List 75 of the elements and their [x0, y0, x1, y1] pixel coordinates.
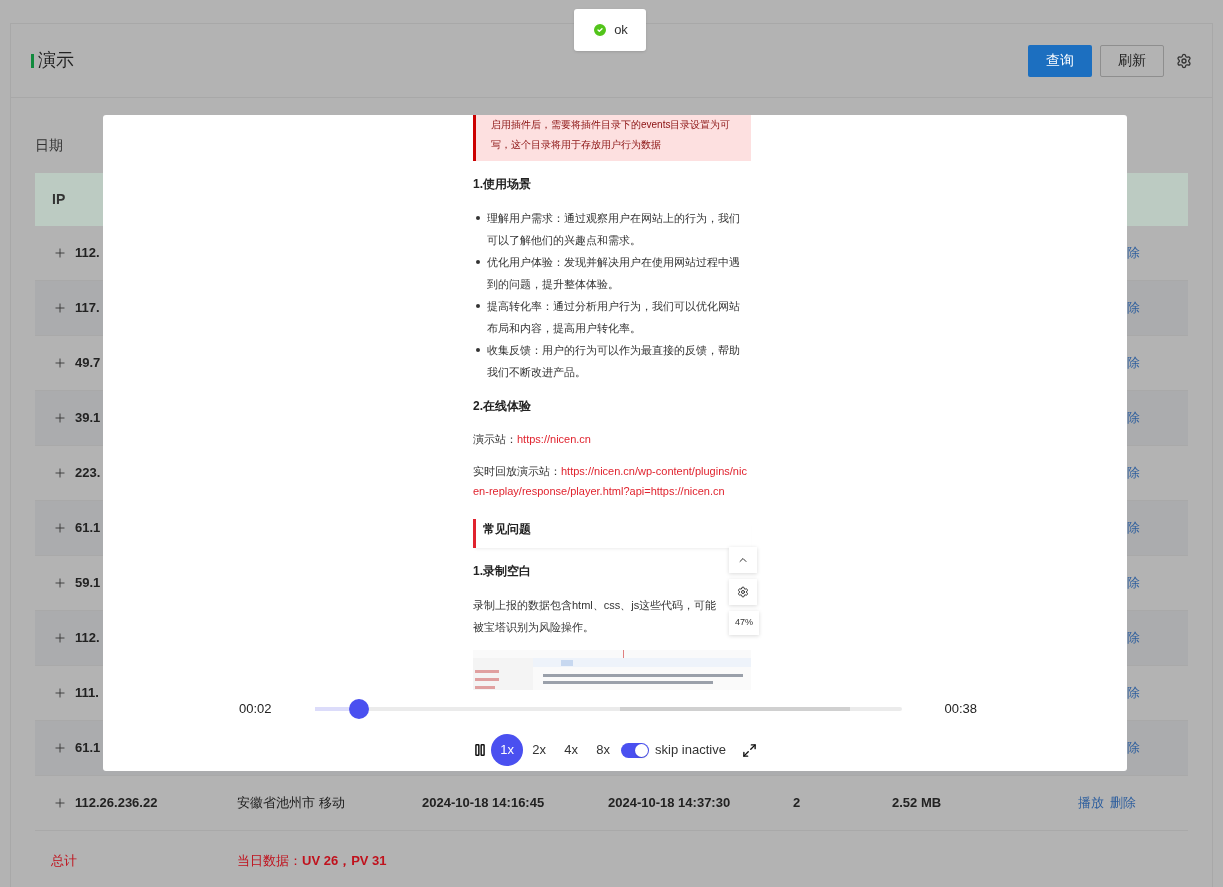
expand-icon[interactable]: [53, 356, 67, 370]
progress-thumb[interactable]: [349, 699, 370, 719]
content-paragraph: 演示站：https://nicen.cn: [473, 432, 592, 447]
toast-text: ok: [614, 21, 628, 40]
delete-link[interactable]: 除: [1127, 463, 1140, 483]
query-button[interactable]: 查询: [1028, 44, 1092, 77]
success-icon: [592, 22, 609, 38]
ip-cell-text: 59.1: [75, 574, 101, 593]
content-heading: 1.使用场景: [473, 176, 532, 193]
total-label: 总计: [50, 852, 78, 871]
size-cell-text: 2.52 MB: [891, 794, 943, 813]
pause-icon[interactable]: [473, 743, 488, 757]
list-item: 收集反馈：用户的行为可以作为最直接的反馈，帮助我们不断改进产品。: [473, 339, 751, 383]
ip-cell-text: 61.1: [75, 519, 101, 538]
end-time-cell-text: 2024-10-18 14:37:30: [607, 794, 732, 813]
speed-button[interactable]: 2x: [523, 734, 556, 766]
delete-link[interactable]: 除: [1127, 518, 1140, 538]
gear-icon: [737, 586, 749, 598]
content-paragraph: 录制上报的数据包含html、css、js这些代码，可能被宝塔识别为风险操作。: [473, 598, 717, 635]
delete-link[interactable]: 除: [1127, 353, 1140, 373]
expand-icon[interactable]: [53, 741, 67, 755]
list-item: 理解用户需求：通过观察用户在网站上的行为，我们可以了解他们的兴趣点和需求。: [473, 207, 751, 251]
ip-cell-text: 112.26.236.22: [75, 794, 158, 813]
delete-link[interactable]: 除: [1127, 628, 1140, 648]
ip-cell-text: 39.1: [75, 409, 101, 428]
list-item: 优化用户体验：发现并解决用户在使用网站过程中遇到的问题，提升整体体验。: [473, 251, 751, 295]
count-cell-text: 2: [792, 794, 802, 813]
fullscreen-icon[interactable]: [741, 742, 757, 758]
delete-link[interactable]: 删除: [1110, 793, 1136, 813]
page-title: 演示: [38, 49, 74, 72]
delete-link[interactable]: 除: [1127, 408, 1140, 428]
content-heading: 2.在线体验: [473, 398, 532, 415]
speed-button[interactable]: 4x: [555, 734, 588, 766]
alert-text: 启用插件后，需要将插件目录下的events目录设置为可写，这个目录将用于存放用户行为数据: [491, 118, 732, 152]
ip-cell-text: 112.: [75, 244, 100, 263]
delete-link[interactable]: 除: [1127, 683, 1140, 703]
expand-icon[interactable]: [53, 796, 67, 810]
settings-icon[interactable]: [1176, 52, 1192, 69]
settings-button[interactable]: [729, 579, 757, 605]
ip-cell-text: 111.: [75, 684, 99, 703]
speed-button[interactable]: 1x: [491, 734, 524, 766]
progress-button[interactable]: 47%: [729, 611, 759, 635]
skip-label: skip inactive: [655, 741, 726, 760]
expand-icon[interactable]: [53, 411, 67, 425]
expand-icon[interactable]: [53, 246, 67, 260]
skip-toggle[interactable]: [621, 742, 650, 758]
expand-icon[interactable]: [53, 521, 67, 535]
delete-link[interactable]: 除: [1127, 243, 1140, 263]
speed-button[interactable]: 8x: [587, 734, 620, 766]
expand-icon[interactable]: [53, 686, 67, 700]
delete-link[interactable]: 除: [1127, 298, 1140, 318]
list-item: 提高转化率：通过分析用户行为，我们可以优化网站布局和内容，提高用户转化率。: [473, 295, 751, 339]
ip-cell-text: 117.: [75, 299, 100, 318]
content-paragraph: 实时回放演示站：https://nicen.cn/wp-content/plugins/nicen-replay/response/player.html?api=https://nicen.cn: [473, 464, 748, 499]
expand-icon[interactable]: [53, 301, 67, 315]
refresh-button[interactable]: 刷新: [1100, 44, 1164, 77]
scroll-top-button[interactable]: [729, 547, 757, 573]
daily-summary: 当日数据：UV 26，PV 31: [237, 852, 387, 871]
play-link[interactable]: 播放: [1078, 793, 1104, 813]
content-heading: 1.录制空白: [473, 563, 532, 580]
column-header: IP: [51, 190, 67, 209]
ip-cell-text: 112.: [75, 629, 100, 648]
ip-cell-text: 223.: [75, 464, 101, 483]
start-time-cell-text: 2024-10-18 14:16:45: [421, 794, 546, 813]
ip-cell-text: 49.7: [75, 354, 101, 373]
expand-icon[interactable]: [53, 466, 67, 480]
date-label: 日期: [35, 137, 63, 153]
current-time: 00:02: [239, 700, 273, 719]
total-time: 00:38: [944, 700, 977, 719]
expand-icon[interactable]: [53, 576, 67, 590]
delete-link[interactable]: 除: [1127, 573, 1140, 593]
location-cell-text: 安徽省池州市 移动: [236, 794, 346, 813]
ip-cell-text: 61.1: [75, 739, 101, 758]
expand-icon[interactable]: [53, 631, 67, 645]
delete-link[interactable]: 除: [1127, 738, 1140, 758]
